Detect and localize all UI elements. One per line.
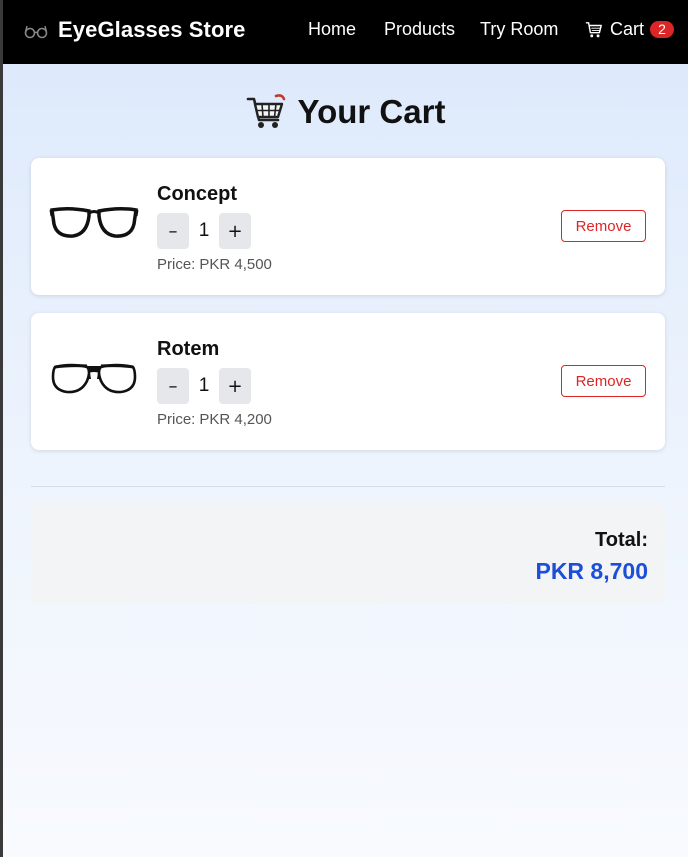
quantity-value: 1 [198,220,210,241]
cart-icon [585,21,602,37]
cart-count-badge: 2 [650,21,675,38]
quantity-value: 1 [198,375,210,396]
glasses-icon [24,25,48,39]
nav-cart-label: Cart [610,19,645,39]
cart-item: Concept – 1 + Price: PKR 4,500 Remove [31,158,665,295]
item-price: Price: PKR 4,200 [157,411,272,428]
brand[interactable]: EyeGlasses Store [24,17,246,43]
eyeglasses-concept-icon [49,206,139,238]
decrease-quantity-button[interactable]: – [157,213,189,249]
nav-products-link[interactable]: Products [384,19,455,40]
navbar: EyeGlasses Store Home Products Try Room … [3,0,688,64]
remove-item-button[interactable]: Remove [561,210,646,242]
item-name: Concept [157,183,237,205]
price-value: PKR 4,200 [199,411,272,428]
item-price: Price: PKR 4,500 [157,256,272,273]
price-value: PKR 4,500 [199,256,272,273]
increase-quantity-button[interactable]: + [219,368,251,404]
cart-total-summary: Total: PKR 8,700 [31,504,665,604]
nav-try-room-link[interactable]: Try Room [480,19,558,40]
page-title: Your Cart [3,93,688,131]
decrease-quantity-button[interactable]: – [157,368,189,404]
page-title-text: Your Cart [297,93,446,130]
divider [31,486,665,487]
nav-cart-link[interactable]: Cart 2 [585,19,675,40]
item-name: Rotem [157,338,220,360]
price-label: Price: [157,411,196,428]
brand-name: EyeGlasses Store [58,17,246,42]
cart-item: Rotem – 1 + Price: PKR 4,200 Remove [31,313,665,450]
total-label: Total: [595,529,648,551]
total-value: PKR 8,700 [535,558,648,584]
eyeglasses-rotem-icon [51,363,137,394]
price-label: Price: [157,256,196,273]
nav-home-link[interactable]: Home [308,19,356,40]
increase-quantity-button[interactable]: + [219,213,251,249]
shopping-cart-icon [246,94,285,128]
remove-item-button[interactable]: Remove [561,365,646,397]
